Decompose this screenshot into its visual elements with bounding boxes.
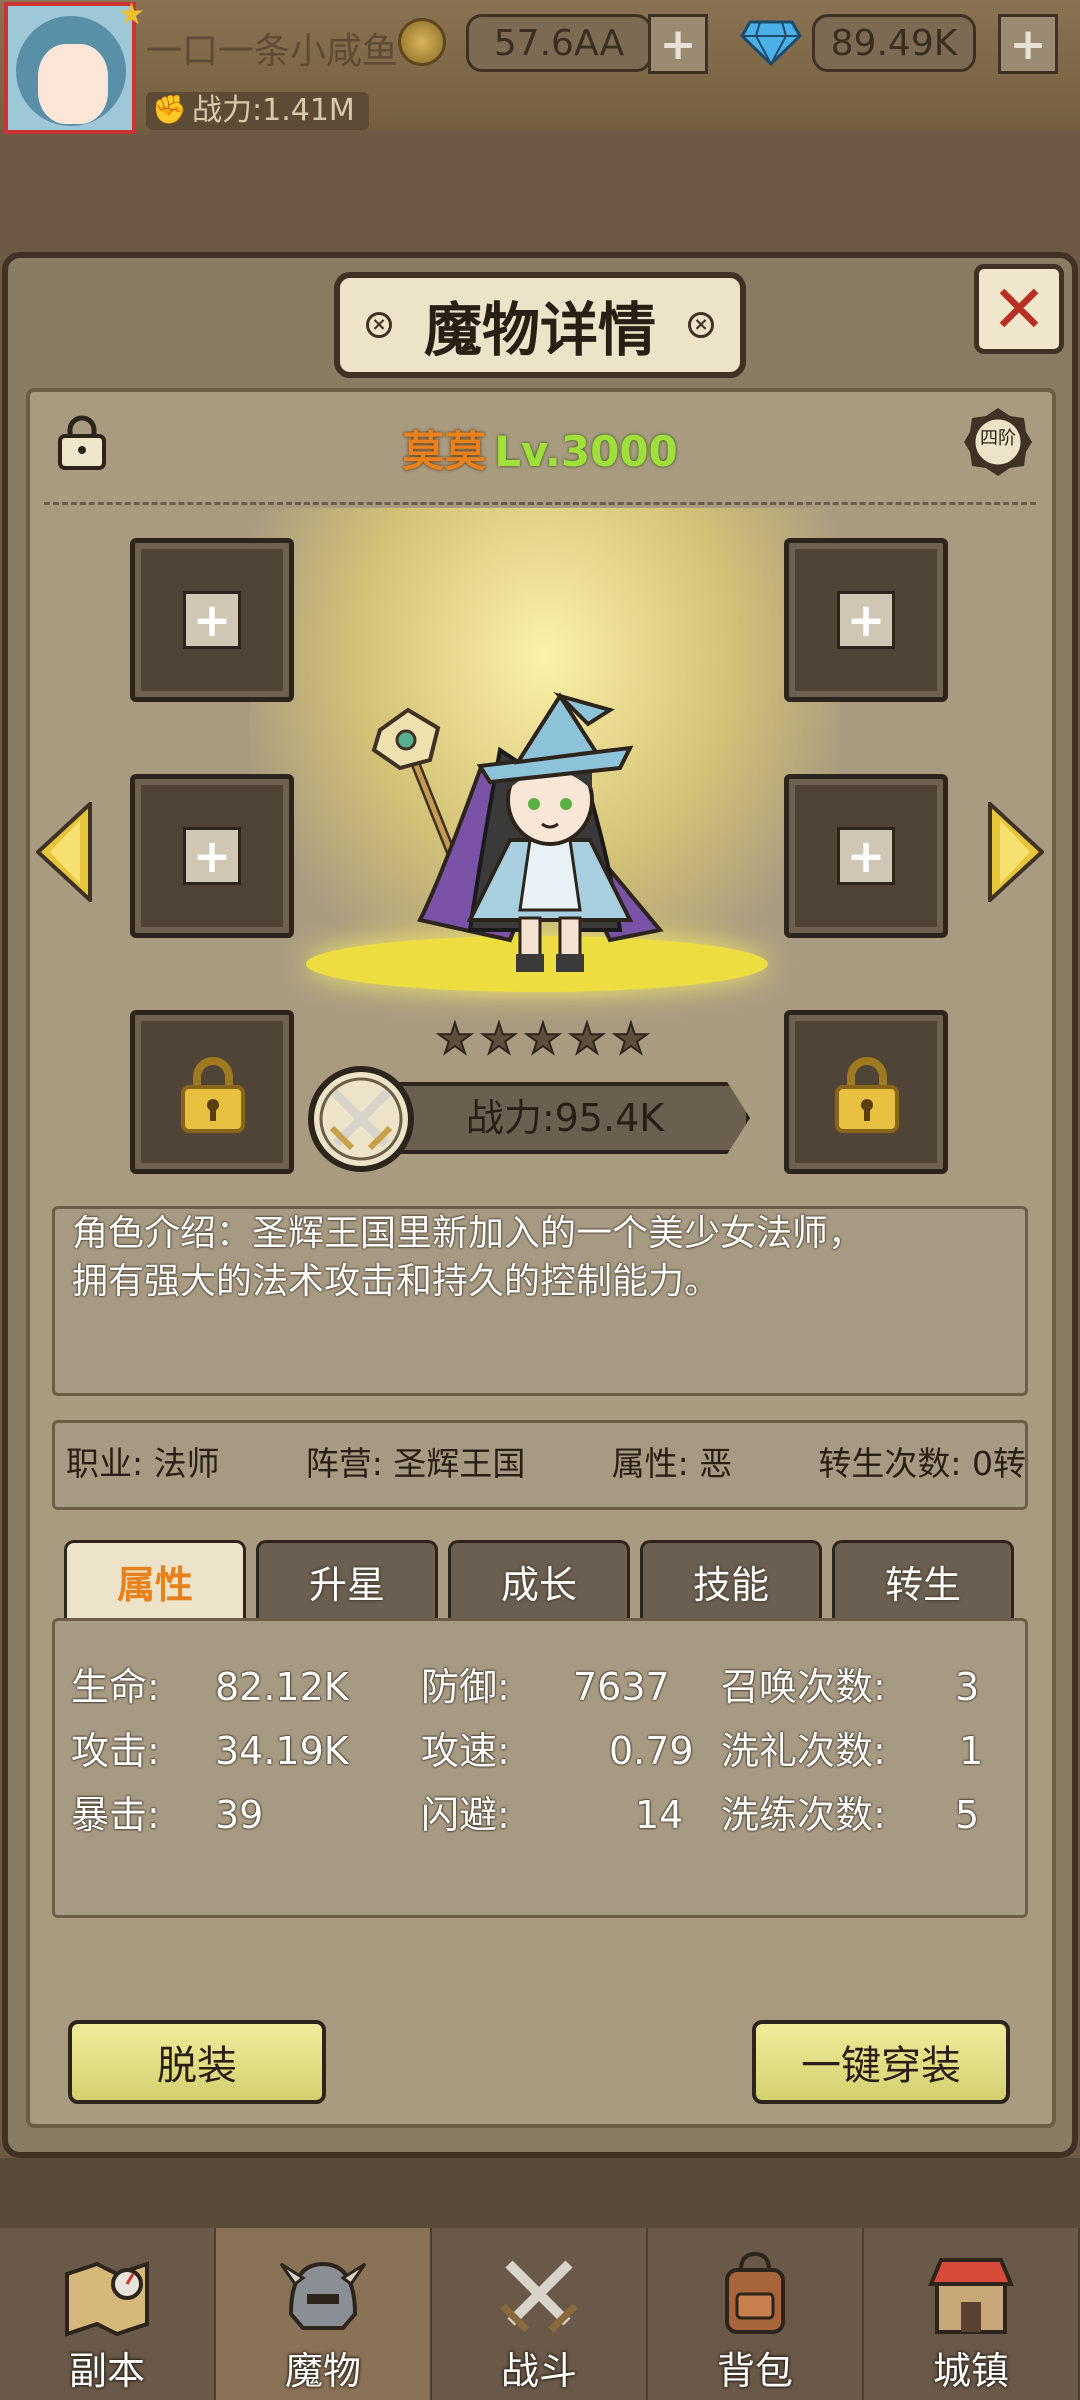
padlock-icon: [181, 1057, 245, 1133]
hero-name-level: 莫莫 Lv.3000: [0, 418, 1080, 479]
dodge-label: 闪避:: [421, 1793, 510, 1837]
hero-name: 莫莫: [402, 427, 487, 476]
attack-speed-label: 攻速:: [421, 1729, 510, 1773]
nav-town[interactable]: 城镇: [864, 2228, 1080, 2400]
equip-all-button[interactable]: 一键穿装: [752, 2020, 1010, 2104]
screw-icon: ×: [688, 312, 714, 338]
equip-slot-locked-1[interactable]: [130, 1010, 294, 1174]
equip-slot-locked-2[interactable]: [784, 1010, 948, 1174]
nav-label: 魔物: [284, 2349, 361, 2393]
hp-label: 生命:: [71, 1665, 160, 1709]
star-icon: ★: [567, 1014, 607, 1063]
diamond-icon: [740, 20, 802, 66]
summon-count-label: 召唤次数:: [721, 1665, 886, 1709]
nav-label: 副本: [68, 2349, 145, 2393]
nav-dungeon[interactable]: 副本: [0, 2228, 216, 2400]
crit-label: 暴击:: [71, 1793, 160, 1837]
star-icon: ★: [479, 1014, 519, 1063]
equip-slot-2[interactable]: +: [784, 538, 948, 702]
nav-label: 战斗: [500, 2349, 577, 2393]
attack-value: 34.19K: [215, 1729, 349, 1773]
hero-info-row: 职业: 法师 阵营: 圣辉王国 属性: 恶 转生次数: 0转: [66, 1440, 1026, 1488]
hp-value: 82.12K: [215, 1665, 349, 1709]
defense-label: 防御:: [421, 1665, 510, 1709]
gold-amount: 57.6AA: [466, 14, 652, 72]
add-gem-button[interactable]: +: [998, 14, 1058, 74]
equip-slot-3[interactable]: +: [130, 774, 294, 938]
nav-top-strip: [0, 2158, 1080, 2228]
player-power-text: 战力:1.41M: [192, 93, 355, 128]
nav-monster[interactable]: 魔物: [216, 2228, 432, 2400]
player-name: 一口一条小咸鱼: [146, 31, 399, 72]
star-icon: ★: [435, 1014, 475, 1063]
attribute-info: 属性: 恶: [611, 1444, 733, 1483]
hero-description: 角色介绍：圣辉王国里新加入的一个美少女法师， 拥有强大的法术攻击和持久的控制能力…: [72, 1210, 1012, 1306]
stats-box: 生命: 82.12K 攻击: 34.19K 暴击: 39 防御: 7637 攻速…: [52, 1618, 1028, 1918]
add-equip-button[interactable]: +: [183, 827, 241, 885]
shop-icon: [928, 2258, 1014, 2334]
tab-growth[interactable]: 成长: [448, 1540, 630, 1620]
backpack-icon: [725, 2251, 785, 2334]
hero-sprite: [371, 692, 664, 972]
padlock-icon: [835, 1057, 899, 1133]
star-icon: ★: [611, 1014, 651, 1063]
job-info: 职业: 法师: [66, 1444, 220, 1483]
star-rating: ★ ★ ★ ★ ★: [434, 1014, 654, 1063]
add-gold-button[interactable]: +: [648, 14, 708, 74]
panel-title-text: 魔物详情: [423, 296, 656, 364]
tier-badge-label: 四阶: [980, 428, 1016, 449]
map-icon: [65, 2261, 149, 2337]
nav-label: 城镇: [932, 2349, 1009, 2393]
next-arrow-icon[interactable]: [988, 802, 1044, 902]
player-avatar[interactable]: [4, 2, 136, 134]
helmet-icon: [279, 2261, 367, 2330]
panel-title: × 魔物详情 ×: [334, 272, 746, 378]
star-icon: ★: [523, 1014, 563, 1063]
detail-tabs: 属性 升星 成长 技能 转生: [64, 1540, 1014, 1620]
player-power: ✊ 战力:1.41M: [146, 92, 369, 130]
add-equip-button[interactable]: +: [183, 591, 241, 649]
crossed-swords-icon: [308, 1066, 414, 1172]
swords-icon: [500, 2260, 578, 2333]
hero-level: Lv.3000: [494, 427, 678, 476]
description-line-2: 拥有强大的法术攻击和持久的控制能力。: [72, 1261, 721, 1302]
camp-info: 阵营: 圣辉王国: [305, 1444, 526, 1483]
tab-attributes[interactable]: 属性: [64, 1540, 246, 1620]
baptism-count-value: 1: [959, 1729, 984, 1773]
add-equip-button[interactable]: +: [837, 591, 895, 649]
nav-battle[interactable]: 战斗: [432, 2228, 648, 2400]
attack-label: 攻击:: [71, 1729, 160, 1773]
unequip-button[interactable]: 脱装: [68, 2020, 326, 2104]
summon-count-value: 3: [955, 1665, 980, 1709]
defense-value: 7637: [573, 1665, 670, 1709]
description-line-1: 角色介绍：圣辉王国里新加入的一个美少女法师，: [72, 1213, 865, 1254]
gold-coin-icon: [398, 18, 446, 66]
equip-slot-4[interactable]: +: [784, 774, 948, 938]
equip-slot-1[interactable]: +: [130, 538, 294, 702]
fist-icon: ✊: [152, 93, 187, 126]
nav-backpack[interactable]: 背包: [648, 2228, 864, 2400]
refine-count-value: 5: [955, 1793, 980, 1837]
gem-amount: 89.49K: [812, 14, 976, 72]
avatar-face: [38, 44, 108, 124]
close-button[interactable]: ✕: [974, 264, 1064, 354]
hero-power: 战力:95.4K: [465, 1096, 665, 1140]
tab-star-up[interactable]: 升星: [256, 1540, 438, 1620]
tab-rebirth[interactable]: 转生: [832, 1540, 1014, 1620]
tab-skills[interactable]: 技能: [640, 1540, 822, 1620]
crit-value: 39: [215, 1793, 264, 1837]
dodge-value: 14: [635, 1793, 684, 1837]
prev-arrow-icon[interactable]: [36, 802, 92, 902]
screw-icon: ×: [366, 312, 392, 338]
crown-icon: ★: [118, 0, 145, 32]
baptism-count-label: 洗礼次数:: [721, 1729, 886, 1773]
divider: [44, 502, 1036, 505]
rebirth-info: 转生次数: 0转: [818, 1444, 1026, 1483]
nav-label: 背包: [716, 2349, 793, 2393]
attack-speed-value: 0.79: [609, 1729, 694, 1773]
add-equip-button[interactable]: +: [837, 827, 895, 885]
bottom-nav: 副本 魔物 战斗 背包 城镇: [0, 2228, 1080, 2400]
refine-count-label: 洗练次数:: [721, 1793, 886, 1837]
